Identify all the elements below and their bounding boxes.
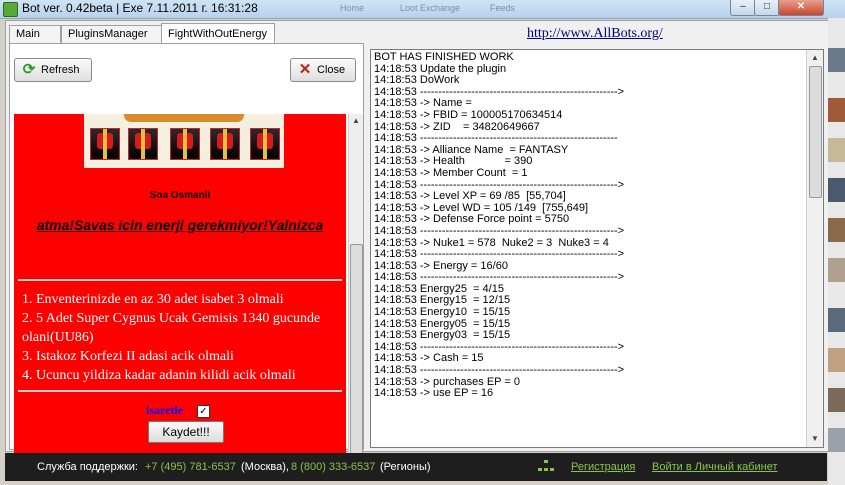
log-line: 14:18:53 -> use EP = 16 <box>374 387 494 400</box>
refresh-label: Refresh <box>41 64 80 76</box>
background-tab-1: Home <box>340 3 365 13</box>
divider <box>18 390 342 392</box>
log-line: 14:18:53 -------------------------------… <box>374 364 625 377</box>
log-pane: http://www.AllBots.org/ BOT HAS FINISHED… <box>365 23 825 448</box>
checkbox-label: isaretle <box>146 403 184 417</box>
log-scrollbar[interactable]: ▲ ▼ <box>806 50 823 447</box>
log-line: 14:18:53 -------------------------------… <box>374 224 625 237</box>
close-label: Close <box>317 64 346 76</box>
save-button[interactable]: Kaydet!!! <box>148 421 224 443</box>
log-lines: BOT HAS FINISHED WORK 14:18:53 Update the… <box>374 51 804 400</box>
scroll-up-arrow-icon[interactable]: ▲ <box>349 114 363 128</box>
log-line: 14:18:53 -> Member Count = 1 <box>374 166 528 179</box>
support-footer: Служба поддержки: +7 (495) 781-6537 (Мос… <box>5 453 827 481</box>
log-line: BOT HAS FINISHED WORK <box>374 51 514 63</box>
cabinet-login-link[interactable]: Войти в Личный кабинет <box>652 461 778 473</box>
gift-box-icon <box>210 128 240 160</box>
rule-item: 1. Enventerinizde en az 30 adet isabet 3… <box>22 292 284 307</box>
support-phone-regions: 8 (800) 333-6537 <box>291 461 376 473</box>
window-titlebar: Bot ver. 0.42beta | Exe 7.11.2011 г. 16:… <box>0 0 845 19</box>
plugin-scrollbar[interactable]: ▲ ▼ <box>348 114 363 469</box>
support-label: Служба поддержки: <box>37 461 138 473</box>
scroll-thumb[interactable] <box>350 244 363 461</box>
gift-box-icon <box>90 128 120 160</box>
rule-item: 4. Ucuncu yildiza kadar adanin kilidi ac… <box>22 368 296 383</box>
refresh-button[interactable]: ⟳ Refresh <box>14 58 92 82</box>
mark-checkbox[interactable]: ✓ <box>197 405 210 418</box>
maximize-button[interactable]: □ <box>754 0 780 16</box>
window-close-button[interactable]: ✕ <box>778 0 824 16</box>
support-city-moscow: (Москва), <box>241 461 289 473</box>
background-tab-3: Feeds <box>490 3 516 13</box>
scroll-thumb[interactable] <box>809 66 822 198</box>
log-line: 14:18:53 Energy10 = 15/15 <box>374 306 511 319</box>
background-desktop <box>828 18 845 485</box>
plugin-content-panel: Soa Osmanli atma!Savas icin enerji gerek… <box>14 114 346 469</box>
support-phone-moscow: +7 (495) 781-6537 <box>145 461 236 473</box>
support-city-regions: (Регионы) <box>380 461 431 473</box>
tab-fight-without-energy[interactable]: FightWithOutEnergy <box>161 23 275 44</box>
rules-list: 1. Enventerinizde en az 30 adet isabet 3… <box>22 290 344 385</box>
warning-text: atma!Savas icin enerji gerekmiyor!Yalniz… <box>36 217 324 233</box>
game-banner-image <box>84 114 284 168</box>
plugin-pane: ⟳ Refresh ✕ Close Soa Osmanli atma!Savas… <box>9 43 364 469</box>
register-link[interactable]: Регистрация <box>571 461 635 473</box>
background-tab-2: Loot Exchange <box>400 3 461 13</box>
tab-plugins-manager[interactable]: PluginsManager <box>61 25 162 43</box>
main-window: Main PluginsManager FightWithOutEnergy ⟳… <box>5 20 829 469</box>
log-line: 14:18:53 -------------------------------… <box>374 248 625 261</box>
log-line: 14:18:53 -------------------------------… <box>374 132 618 145</box>
close-button[interactable]: ✕ Close <box>290 58 356 82</box>
log-line: 14:18:53 -> FBID = 100005170634514 <box>374 108 563 121</box>
gift-box-icon <box>128 128 158 160</box>
tab-main[interactable]: Main <box>9 25 61 43</box>
refresh-icon: ⟳ <box>22 61 36 78</box>
author-name: Soa Osmanli <box>149 190 211 201</box>
close-icon: ✕ <box>298 61 312 78</box>
rule-item: 2. 5 Adet Super Cygnus Ucak Gemisis 1340… <box>22 311 321 345</box>
scroll-down-arrow-icon[interactable]: ▼ <box>807 431 823 447</box>
divider <box>18 279 342 281</box>
minimize-button[interactable]: – <box>730 0 756 16</box>
window-title: Bot ver. 0.42beta | Exe 7.11.2011 г. 16:… <box>22 1 258 15</box>
gift-box-icon <box>170 128 200 160</box>
sitemap-icon <box>538 460 554 472</box>
scroll-up-arrow-icon[interactable]: ▲ <box>807 50 823 66</box>
rule-item: 3. Istakoz Korfezi II adasi acik olmali <box>22 349 234 364</box>
log-textbox[interactable]: BOT HAS FINISHED WORK 14:18:53 Update the… <box>370 49 824 448</box>
gift-box-icon <box>250 128 280 160</box>
game-logo <box>124 114 244 122</box>
app-icon <box>3 2 18 17</box>
allbots-link[interactable]: http://www.AllBots.org/ <box>527 26 663 42</box>
log-line: 14:18:53 -> Level XP = 69 /85 [55,704] <box>374 190 566 203</box>
